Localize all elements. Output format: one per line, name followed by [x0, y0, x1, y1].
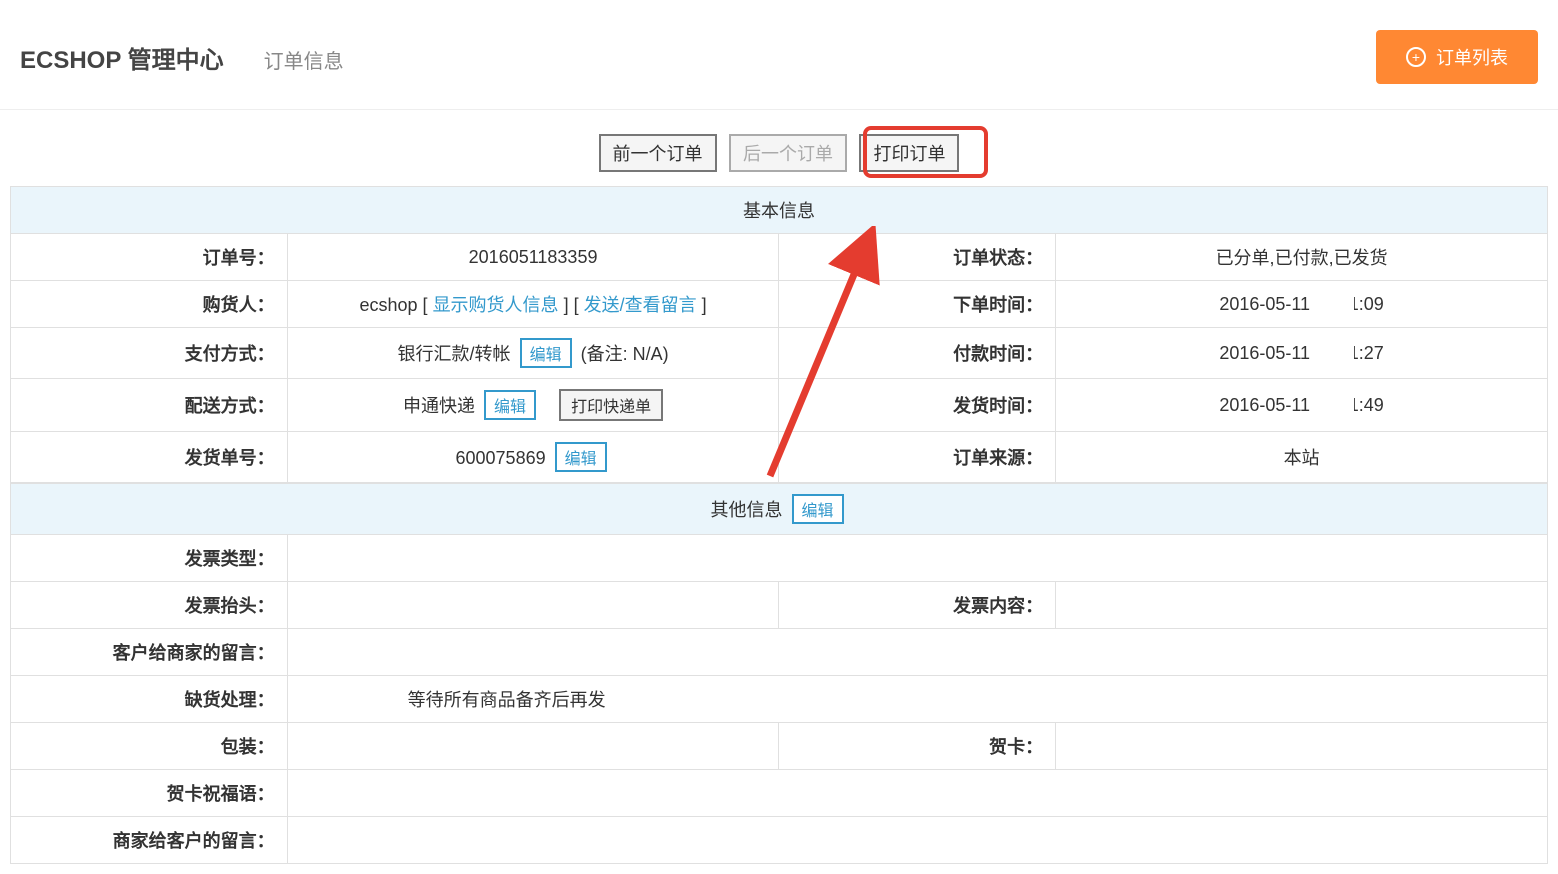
invoice-type-value	[287, 535, 1547, 582]
order-time-label: 下单时间：	[779, 281, 1056, 328]
order-list-button[interactable]: + 订单列表	[1376, 30, 1538, 84]
table-row: 发票类型：	[11, 535, 1548, 582]
ship-no-label: 发货单号：	[11, 432, 288, 483]
oos-label: 缺货处理：	[11, 676, 288, 723]
table-row: 支付方式： 银行汇款/转帐 编辑 (备注: N/A) 付款时间： 2016-05…	[11, 328, 1548, 379]
pay-time-label: 付款时间：	[779, 328, 1056, 379]
invoice-content-value	[1056, 582, 1548, 629]
table-row: 客户给商家的留言：	[11, 629, 1548, 676]
table-row: 订单号： 2016051183359 订单状态： 已分单,已付款,已发货	[11, 234, 1548, 281]
ship-method-value: 申通快递 编辑 打印快递单	[287, 379, 779, 432]
pay-time-value: 2016-05-11 16:11:27	[1056, 328, 1548, 379]
merchant-msg-label: 商家给客户的留言：	[11, 817, 288, 864]
table-row: 发票抬头： 发票内容：	[11, 582, 1548, 629]
order-no-label: 订单号：	[11, 234, 288, 281]
order-source-value: 本站	[1056, 432, 1548, 483]
prev-order-button[interactable]: 前一个订单	[599, 134, 717, 172]
order-list-button-label: 订单列表	[1436, 44, 1508, 70]
card-msg-value	[287, 770, 1547, 817]
table-row: 购货人： ecshop [ 显示购货人信息 ] [ 发送/查看留言 ] 下单时间…	[11, 281, 1548, 328]
invoice-title-label: 发票抬头：	[11, 582, 288, 629]
card-value	[1056, 723, 1548, 770]
print-ship-label-button[interactable]: 打印快递单	[559, 389, 663, 421]
customer-msg-value	[287, 629, 1547, 676]
table-row: 配送方式： 申通快递 编辑 打印快递单 发货时间： 2016-05-11 16:…	[11, 379, 1548, 432]
page-title: 订单信息	[264, 45, 344, 74]
show-buyer-link[interactable]: 显示购货人信息	[433, 295, 559, 315]
app-title: ECSHOP 管理中心	[20, 40, 224, 75]
message-link[interactable]: 发送/查看留言	[584, 295, 697, 315]
ship-method-label: 配送方式：	[11, 379, 288, 432]
edit-pay-method-button[interactable]: 编辑	[520, 338, 572, 368]
order-time-value: 2016-05-11 16:11:09	[1056, 281, 1548, 328]
print-order-button[interactable]: 打印订单	[859, 134, 959, 172]
order-no-value: 2016051183359	[287, 234, 779, 281]
merchant-msg-value	[287, 817, 1547, 864]
order-source-label: 订单来源：	[779, 432, 1056, 483]
pack-label: 包装：	[11, 723, 288, 770]
plus-icon: +	[1406, 47, 1426, 67]
redaction-patch	[1316, 391, 1354, 413]
pay-method-value: 银行汇款/转帐 编辑 (备注: N/A)	[287, 328, 779, 379]
card-label: 贺卡：	[779, 723, 1056, 770]
table-row: 商家给客户的留言：	[11, 817, 1548, 864]
oos-value: 等待所有商品备齐后再发	[287, 676, 1547, 723]
other-info-table: 发票类型： 发票抬头： 发票内容： 客户给商家的留言： 缺货处理： 等待所有商品…	[10, 534, 1548, 864]
invoice-title-value	[287, 582, 779, 629]
table-row: 发货单号： 600075869 编辑 订单来源： 本站	[11, 432, 1548, 483]
edit-other-info-button[interactable]: 编辑	[792, 494, 844, 524]
order-nav-row: 前一个订单 后一个订单 打印订单	[10, 120, 1548, 186]
table-row: 缺货处理： 等待所有商品备齐后再发	[11, 676, 1548, 723]
redaction-patch	[1316, 293, 1354, 315]
table-row: 贺卡祝福语：	[11, 770, 1548, 817]
invoice-content-label: 发票内容：	[779, 582, 1056, 629]
card-msg-label: 贺卡祝福语：	[11, 770, 288, 817]
edit-ship-method-button[interactable]: 编辑	[484, 390, 536, 420]
next-order-button: 后一个订单	[729, 134, 847, 172]
buyer-label: 购货人：	[11, 281, 288, 328]
page-header: ECSHOP 管理中心 订单信息 + 订单列表	[0, 0, 1558, 110]
ship-no-value: 600075869 编辑	[287, 432, 779, 483]
pay-method-label: 支付方式：	[11, 328, 288, 379]
edit-ship-no-button[interactable]: 编辑	[555, 442, 607, 472]
order-status-label: 订单状态：	[779, 234, 1056, 281]
order-status-value: 已分单,已付款,已发货	[1056, 234, 1548, 281]
pack-value	[287, 723, 779, 770]
buyer-value: ecshop [ 显示购货人信息 ] [ 发送/查看留言 ]	[287, 281, 779, 328]
ship-time-label: 发货时间：	[779, 379, 1056, 432]
content-area: 前一个订单 后一个订单 打印订单 基本信息 订单号： 2016051183359…	[0, 110, 1558, 874]
redaction-patch	[1316, 340, 1354, 362]
invoice-type-label: 发票类型：	[11, 535, 288, 582]
ship-time-value: 2016-05-11 16:11:49	[1056, 379, 1548, 432]
other-info-header: 其他信息 编辑	[10, 483, 1548, 534]
customer-msg-label: 客户给商家的留言：	[11, 629, 288, 676]
basic-info-header: 基本信息	[10, 186, 1548, 233]
table-row: 包装： 贺卡：	[11, 723, 1548, 770]
basic-info-table: 订单号： 2016051183359 订单状态： 已分单,已付款,已发货 购货人…	[10, 233, 1548, 483]
